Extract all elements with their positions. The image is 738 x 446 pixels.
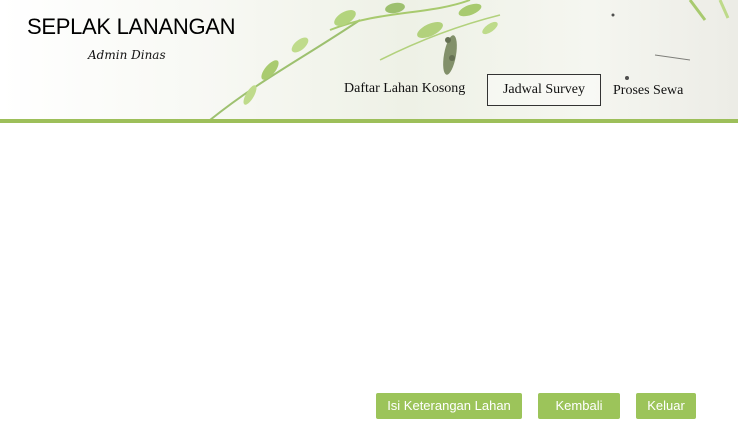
nav-jadwal-survey[interactable]: Jadwal Survey [487,74,601,106]
nav-proses-sewa[interactable]: Proses Sewa [613,76,683,106]
header-divider [0,119,738,123]
main-nav: Daftar Lahan Kosong Jadwal Survey Proses… [0,74,738,106]
app-title: SEPLAK LANANGAN [27,14,236,39]
nav-daftar-lahan-kosong[interactable]: Daftar Lahan Kosong [344,74,465,104]
isi-keterangan-lahan-button[interactable]: Isi Keterangan Lahan [376,393,522,419]
app-subtitle: Admin Dinas [88,48,166,62]
keluar-button[interactable]: Keluar [636,393,696,419]
header-banner: SEPLAK LANANGAN Admin Dinas Daftar Lahan… [0,0,738,120]
kembali-button[interactable]: Kembali [538,393,620,419]
